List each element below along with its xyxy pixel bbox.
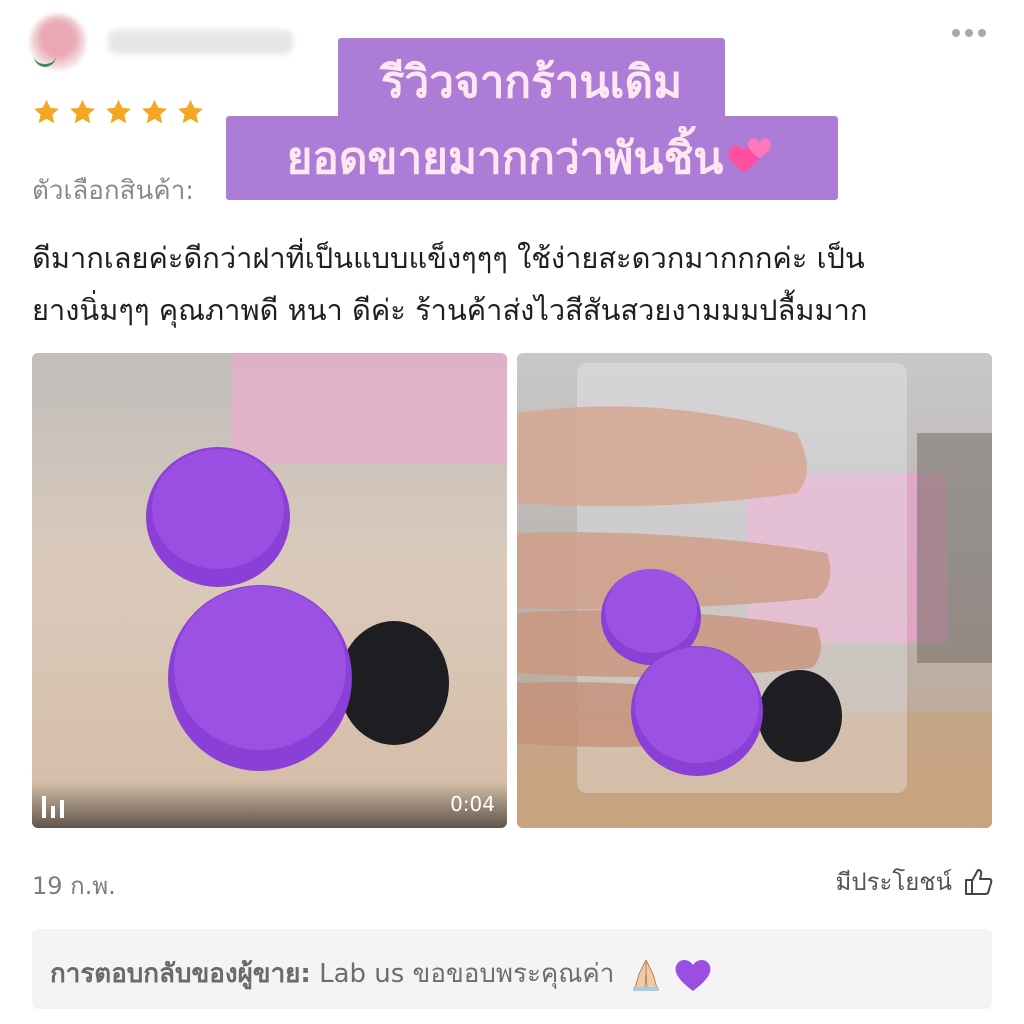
promo-banner-line1: รีวิวจากร้านเดิม [338, 38, 725, 126]
username-blurred [108, 30, 293, 54]
seller-reply-text: การตอบกลับของผู้ขาย: Lab us ขอขอบพระคุณค… [50, 953, 713, 994]
star-icon [106, 99, 131, 124]
video-duration: 0:04 [450, 792, 495, 816]
more-icon[interactable] [952, 26, 992, 40]
helpful-button[interactable]: มีประโยชน์ [836, 862, 994, 901]
star-icon [178, 99, 203, 124]
video-bars-icon [42, 796, 64, 818]
seller-reply-label: การตอบกลับของผู้ขาย: [50, 959, 311, 989]
seller-reply-message: Lab us ขอขอบพระคุณค่า [319, 959, 615, 989]
seller-reply-box: การตอบกลับของผู้ขาย: Lab us ขอขอบพระคุณค… [32, 929, 992, 1009]
review-photo[interactable] [517, 353, 992, 828]
review-text: ดีมากเลยค่ะดีกว่าฝาที่เป็นแบบแข็งๆๆๆ ใช้… [32, 232, 992, 336]
photo-image [517, 363, 992, 828]
review-video-thumbnail[interactable]: 0:04 [32, 353, 507, 828]
video-frame-image [32, 353, 507, 828]
review-date: 19 ก.พ. [32, 872, 116, 900]
heart-icon [729, 138, 772, 173]
star-icon [34, 99, 59, 124]
purple-heart-icon [675, 959, 711, 991]
video-controls-bar: 0:04 [32, 782, 507, 828]
star-icon [142, 99, 167, 124]
star-rating [32, 98, 205, 127]
promo-banner-line2: ยอดขายมากกว่าพันชิ้น [226, 116, 838, 200]
star-icon [70, 99, 95, 124]
promo-banner-line1-text: รีวิวจากร้านเดิม [380, 57, 683, 108]
helpful-label: มีประโยชน์ [835, 868, 952, 896]
promo-banner-line2-text: ยอดขายมากกว่าพันชิ้น [286, 133, 724, 184]
review-text-line1: ดีมากเลยค่ะดีกว่าฝาที่เป็นแบบแข็งๆๆๆ ใช้… [32, 241, 865, 275]
praying-hands-icon [632, 959, 659, 991]
review-text-line2: ยางนิ่มๆๆ คุณภาพดี หนา ดีค่ะ ร้านค้าส่งไ… [32, 293, 868, 327]
thumbs-up-icon [965, 868, 993, 895]
variant-label: ตัวเลือกสินค้า: [32, 176, 195, 206]
